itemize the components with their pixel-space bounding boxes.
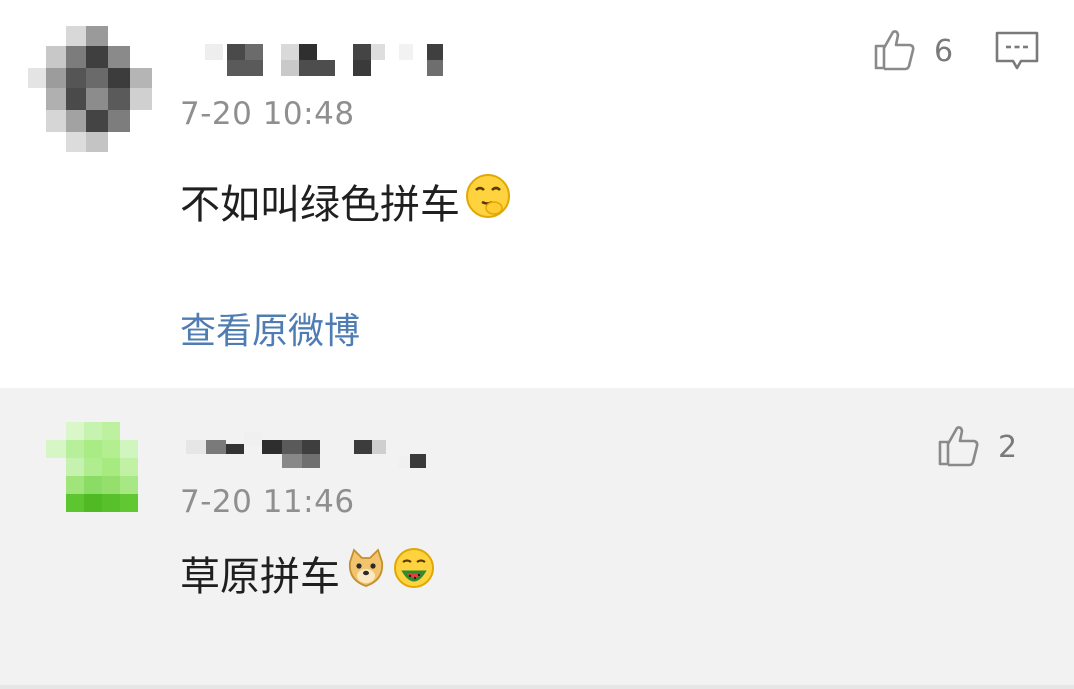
thumbs-up-icon	[872, 26, 918, 76]
username-redacted[interactable]	[205, 42, 450, 82]
like-count: 2	[998, 429, 1018, 465]
doge-emoji-icon	[344, 546, 388, 600]
comment-text: 草原拼车	[180, 544, 436, 602]
comment-text-content: 不如叫绿色拼车	[180, 182, 460, 228]
like-button[interactable]: 6	[872, 26, 953, 76]
username-redacted[interactable]	[186, 426, 436, 474]
shush-face-emoji-icon	[464, 172, 512, 230]
reply-comment-card: 7-20 11:46 草原拼车 2	[0, 388, 1074, 685]
comment-card: 7-20 10:48 不如叫绿色拼车 查看原微博 6	[0, 0, 1074, 388]
comment-text: 不如叫绿色拼车	[180, 172, 512, 230]
comment-text-content: 草原拼车	[180, 554, 340, 600]
divider	[0, 685, 1074, 689]
like-button[interactable]: 2	[936, 422, 1017, 472]
comment-timestamp: 7-20 10:48	[180, 96, 355, 132]
thumbs-up-icon	[936, 422, 982, 472]
reply-button[interactable]	[994, 30, 1040, 78]
avatar[interactable]	[46, 422, 156, 514]
like-count: 6	[934, 33, 954, 69]
avatar[interactable]	[28, 26, 160, 156]
comment-bubble-icon	[994, 31, 1040, 78]
watermelon-face-emoji-icon	[392, 546, 436, 600]
comment-timestamp: 7-20 11:46	[180, 484, 355, 520]
view-original-weibo-link[interactable]: 查看原微博	[180, 302, 360, 354]
